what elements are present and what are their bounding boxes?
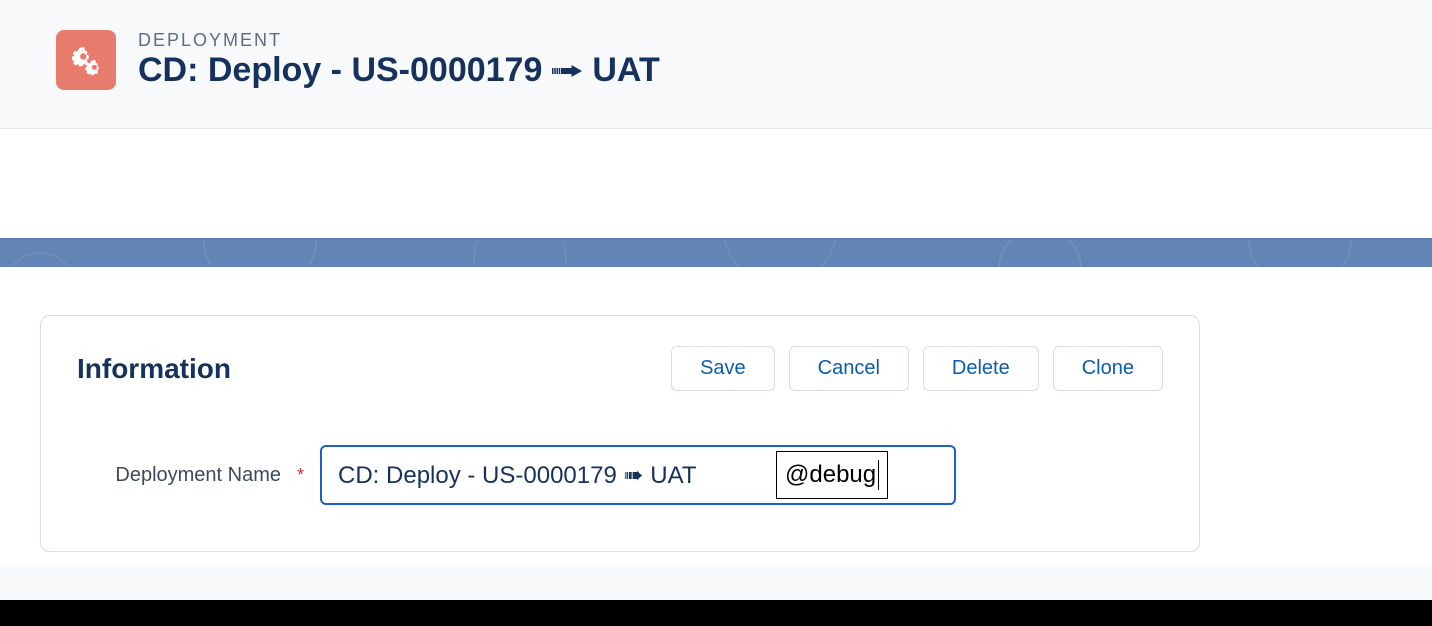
deployment-name-label: Deployment Name (77, 463, 285, 488)
page-title-left: CD: Deploy - US-0000179 (138, 51, 542, 90)
action-buttons: Save Cancel Delete Clone (671, 346, 1163, 391)
clone-button[interactable]: Clone (1053, 346, 1163, 391)
section-title: Information (77, 353, 231, 385)
deployment-name-row: Deployment Name * @debug (77, 445, 1163, 505)
delete-button[interactable]: Delete (923, 346, 1039, 391)
content-area: Information Save Cancel Delete Clone Dep… (0, 267, 1432, 567)
cancel-button[interactable]: Cancel (789, 346, 909, 391)
deployment-name-input[interactable] (320, 445, 956, 505)
information-card: Information Save Cancel Delete Clone Dep… (40, 315, 1200, 552)
page-title: CD: Deploy - US-0000179 UAT (138, 51, 660, 90)
page-title-right: UAT (592, 51, 659, 90)
deployment-icon (56, 30, 116, 90)
footer-bar (0, 600, 1432, 626)
sub-header-strip (0, 129, 1432, 239)
decorative-band (0, 239, 1432, 267)
required-indicator: * (297, 465, 304, 486)
header-eyebrow: DEPLOYMENT (138, 30, 660, 51)
arrow-right-icon (552, 61, 582, 81)
save-button[interactable]: Save (671, 346, 775, 391)
page-header: DEPLOYMENT CD: Deploy - US-0000179 UAT (0, 0, 1432, 129)
